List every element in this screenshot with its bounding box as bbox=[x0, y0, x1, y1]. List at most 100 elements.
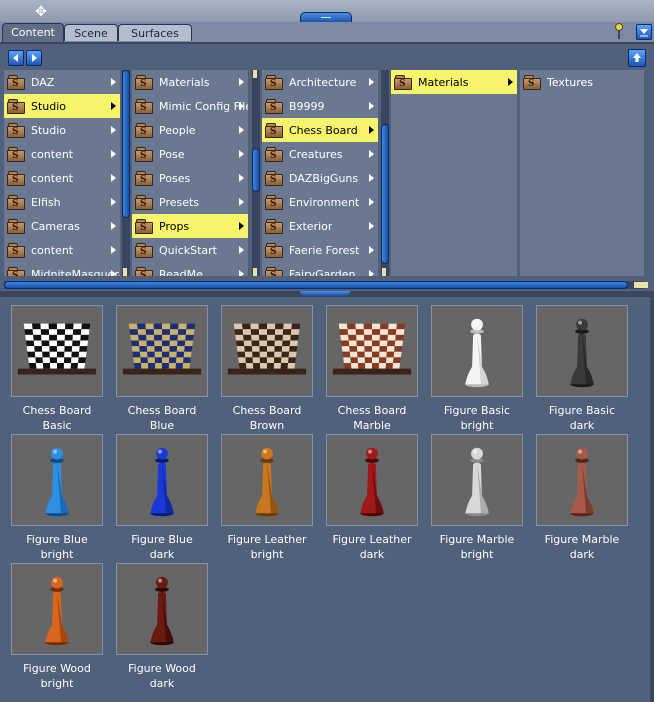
item-label-line2: bright bbox=[40, 677, 74, 690]
scroll-thumb[interactable] bbox=[122, 70, 130, 218]
columns-horizontal-scrollbar[interactable] bbox=[4, 281, 648, 289]
item-label-line1: Figure Blue bbox=[131, 533, 193, 546]
folder-item[interactable]: S Elfish bbox=[4, 190, 120, 214]
folder-item[interactable]: S Studio bbox=[4, 94, 120, 118]
content-item[interactable]: Figure Marble dark bbox=[532, 434, 632, 562]
folder-icon: S bbox=[7, 242, 25, 258]
item-label-line2: dark bbox=[569, 548, 595, 561]
splitter-handle[interactable] bbox=[300, 291, 350, 296]
content-item[interactable]: Figure Marble bright bbox=[427, 434, 527, 562]
item-label-line2: bright bbox=[40, 548, 74, 561]
back-button[interactable] bbox=[8, 50, 24, 66]
content-item[interactable]: Figure Wood bright bbox=[7, 563, 107, 691]
folder-icon: S bbox=[265, 242, 283, 258]
folder-label: Presets bbox=[159, 195, 200, 209]
content-item[interactable]: Figure Leather dark bbox=[322, 434, 422, 562]
folder-item[interactable]: S Textures bbox=[520, 70, 644, 94]
folder-item[interactable]: S Exterior bbox=[262, 214, 378, 238]
tab-scene[interactable]: Scene bbox=[64, 24, 118, 41]
folder-icon: S bbox=[7, 194, 25, 210]
content-item[interactable]: Chess Board Blue bbox=[112, 305, 212, 433]
folder-item[interactable]: S MidniteMasquerade bbox=[4, 262, 120, 276]
item-label-line1: Figure Marble bbox=[544, 533, 620, 546]
column-2-scrollbar[interactable] bbox=[252, 70, 260, 276]
content-item[interactable]: Chess Board Marble bbox=[322, 305, 422, 433]
folder-item[interactable]: S Poses bbox=[132, 166, 248, 190]
scroll-thumb[interactable] bbox=[4, 281, 628, 289]
content-item[interactable]: Chess Board Brown bbox=[217, 305, 317, 433]
expand-arrow-icon bbox=[239, 150, 244, 158]
item-label-line2: bright bbox=[250, 548, 284, 561]
folder-item[interactable]: S DAZBigGuns bbox=[262, 166, 378, 190]
panel-menu-icon[interactable] bbox=[636, 24, 652, 40]
expand-arrow-icon bbox=[111, 102, 116, 110]
folder-item[interactable]: S ReadMe bbox=[132, 262, 248, 276]
thumbnail-image bbox=[431, 305, 523, 397]
content-item[interactable]: Figure Basic dark bbox=[532, 305, 632, 433]
expand-arrow-icon bbox=[111, 126, 116, 134]
scroll-grip bbox=[253, 70, 257, 78]
folder-item[interactable]: S Chess Board bbox=[262, 118, 378, 142]
scroll-thumb[interactable] bbox=[381, 124, 389, 264]
tab-content[interactable]: Content bbox=[2, 23, 64, 42]
folder-item[interactable]: S QuickStart bbox=[132, 238, 248, 262]
folder-item[interactable]: S Materials bbox=[132, 70, 248, 94]
folder-item[interactable]: S Materials bbox=[391, 70, 517, 94]
folder-label: People bbox=[159, 123, 196, 137]
folder-icon: S bbox=[265, 74, 283, 90]
content-item[interactable]: Figure Blue bright bbox=[7, 434, 107, 562]
thumbnail-image bbox=[116, 563, 208, 655]
folder-item[interactable]: S Mimic Config Files bbox=[132, 94, 248, 118]
folder-label: Architecture bbox=[289, 75, 357, 89]
folder-item[interactable]: Scontent bbox=[4, 142, 120, 166]
content-item[interactable]: Figure Wood dark bbox=[112, 563, 212, 691]
expand-arrow-icon bbox=[111, 246, 116, 254]
column-3-scrollbar[interactable] bbox=[381, 70, 389, 276]
folder-item[interactable]: S Presets bbox=[132, 190, 248, 214]
folder-item[interactable]: S Studio bbox=[4, 118, 120, 142]
folder-item[interactable]: S Creatures bbox=[262, 142, 378, 166]
expand-arrow-icon bbox=[239, 102, 244, 110]
folder-icon: S bbox=[135, 170, 153, 186]
column-1-scrollbar[interactable] bbox=[122, 70, 130, 276]
expand-arrow-icon bbox=[239, 174, 244, 182]
pin-icon[interactable] bbox=[612, 22, 626, 40]
folder-item[interactable]: S Architecture bbox=[262, 70, 378, 94]
folder-item[interactable]: S Props bbox=[132, 214, 248, 238]
folder-label: Environment bbox=[289, 195, 360, 209]
folder-label: Studio bbox=[31, 99, 67, 113]
content-item[interactable]: Figure Leather bright bbox=[217, 434, 317, 562]
folder-item[interactable]: S Faerie Forest bbox=[262, 238, 378, 262]
thumbnail-image bbox=[221, 305, 313, 397]
folder-icon: S bbox=[135, 194, 153, 210]
folder-item[interactable]: S Environment bbox=[262, 190, 378, 214]
content-item[interactable]: Figure Basic bright bbox=[427, 305, 527, 433]
folder-item[interactable]: S B9999 bbox=[262, 94, 378, 118]
folder-label: Poses bbox=[159, 171, 191, 185]
folder-label: Pose bbox=[159, 147, 185, 161]
folder-item[interactable]: S DAZ bbox=[4, 70, 120, 94]
folder-item[interactable]: Scontent bbox=[4, 166, 120, 190]
folder-item[interactable]: S Cameras bbox=[4, 214, 120, 238]
folder-icon: S bbox=[265, 170, 283, 186]
scroll-grip bbox=[123, 268, 127, 276]
expand-arrow-icon bbox=[369, 270, 374, 276]
item-label-line2: dark bbox=[359, 548, 385, 561]
folder-item[interactable]: Scontent bbox=[4, 238, 120, 262]
expand-arrow-icon bbox=[508, 78, 513, 86]
folder-label: Props bbox=[159, 219, 190, 233]
folder-item[interactable]: S People bbox=[132, 118, 248, 142]
tab-surfaces[interactable]: Surfaces bbox=[118, 24, 192, 41]
content-item[interactable]: Chess Board Basic bbox=[7, 305, 107, 433]
folder-item[interactable]: S FairyGarden bbox=[262, 262, 378, 276]
up-folder-button[interactable] bbox=[628, 49, 646, 67]
scroll-thumb[interactable] bbox=[252, 148, 260, 192]
expand-arrow-icon bbox=[239, 78, 244, 86]
expand-arrow-icon bbox=[111, 270, 116, 276]
content-thumbnail-grid: Chess Board Basic Chess Board Blue Chess Boa… bbox=[0, 297, 654, 702]
folder-item[interactable]: S Pose bbox=[132, 142, 248, 166]
content-item[interactable]: Figure Blue dark bbox=[112, 434, 212, 562]
folder-label: Elfish bbox=[31, 195, 61, 209]
thumbnail-image bbox=[221, 434, 313, 526]
forward-button[interactable] bbox=[26, 50, 42, 66]
